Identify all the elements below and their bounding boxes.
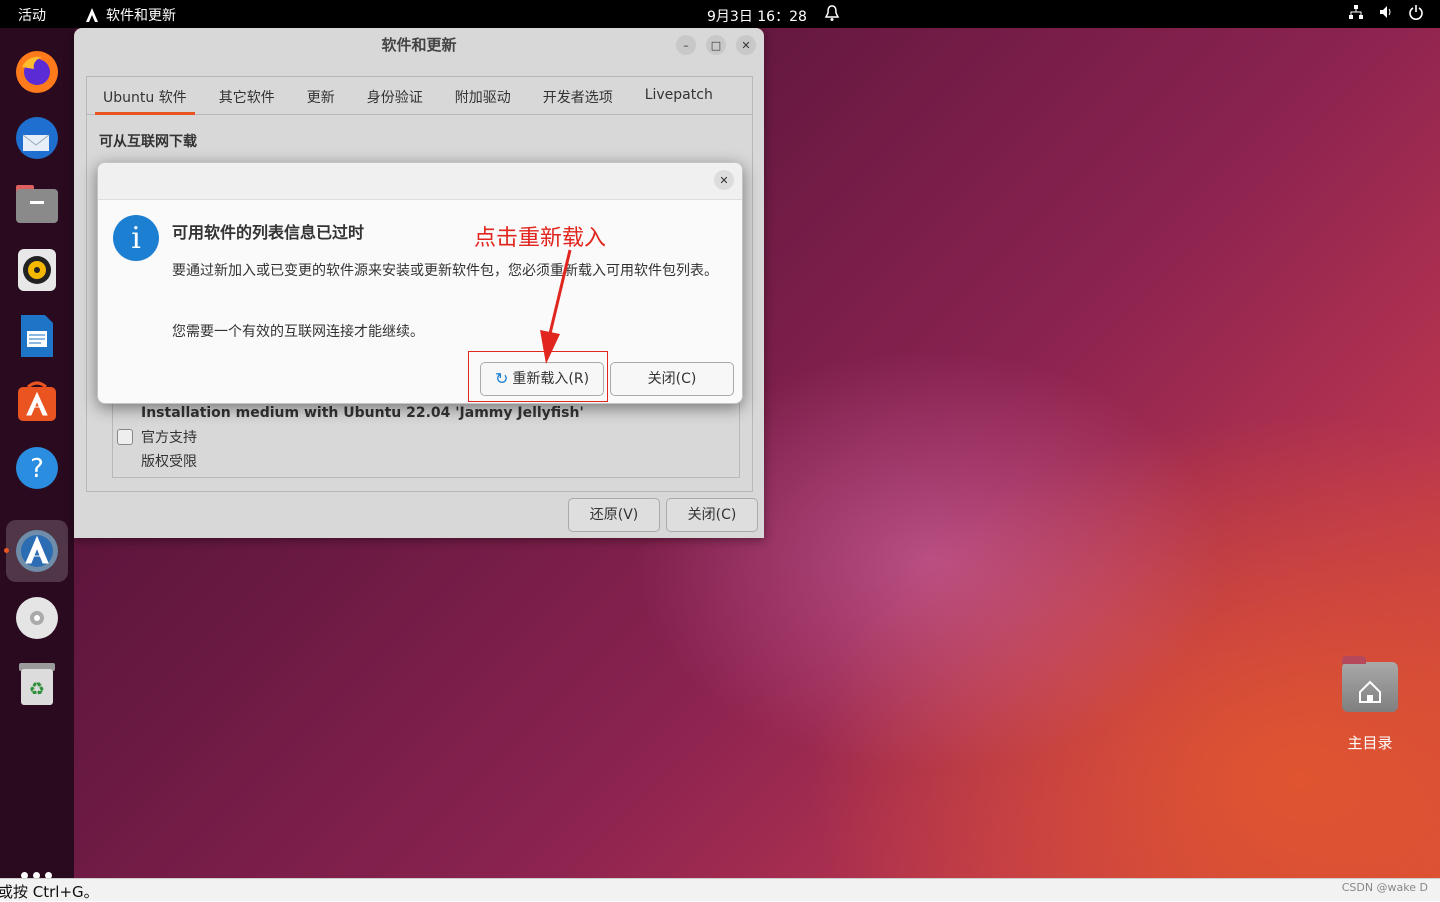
tab-livepatch[interactable]: Livepatch bbox=[629, 77, 729, 114]
tab-ubuntu-software[interactable]: Ubuntu 软件 bbox=[87, 77, 203, 115]
installation-medium-title: Installation medium with Ubuntu 22.04 'J… bbox=[141, 405, 584, 421]
dock: ? ♻ bbox=[0, 28, 74, 901]
tab-additional-drivers[interactable]: 附加驱动 bbox=[439, 77, 527, 114]
volume-icon[interactable] bbox=[1378, 4, 1394, 20]
dialog-header: ✕ bbox=[98, 163, 742, 200]
dialog-body: 要通过新加入或已变更的软件源来安装或更新软件包，您必须重新载入可用软件包列表。 bbox=[172, 263, 718, 279]
tab-bar: Ubuntu 软件 其它软件 更新 身份验证 附加驱动 开发者选项 Livepa… bbox=[87, 77, 752, 115]
maximize-button[interactable]: □ bbox=[706, 35, 726, 55]
active-indicator bbox=[4, 548, 9, 553]
dialog-close-icon[interactable]: ✕ bbox=[714, 170, 734, 190]
dialog-body-secondary: 您需要一个有效的互联网连接才能继续。 bbox=[172, 324, 424, 340]
window-title: 软件和更新 bbox=[381, 36, 457, 54]
help-icon[interactable]: ? bbox=[11, 442, 63, 494]
watermark: CSDN @wake D bbox=[1341, 881, 1428, 894]
cd-drive-icon[interactable] bbox=[11, 592, 63, 644]
restricted-label: 版权受限 bbox=[141, 454, 197, 470]
status-bar: 或按 Ctrl+G。 CSDN @wake D bbox=[0, 878, 1440, 901]
software-updater-icon[interactable] bbox=[6, 520, 68, 582]
clock[interactable]: 9月3日 16：28 bbox=[707, 6, 807, 26]
official-support-row[interactable]: 官方支持 bbox=[117, 427, 197, 447]
trash-icon[interactable]: ♻ bbox=[11, 658, 63, 710]
files-icon[interactable] bbox=[11, 178, 63, 230]
tab-updates[interactable]: 更新 bbox=[291, 77, 351, 114]
outdated-info-dialog: ✕ i 可用软件的列表信息已过时 要通过新加入或已变更的软件源来安装或更新软件包… bbox=[97, 162, 743, 404]
svg-text:♻: ♻ bbox=[29, 679, 45, 700]
home-folder-shortcut[interactable]: 主目录 bbox=[1340, 656, 1400, 753]
close-button[interactable]: 关闭(C) bbox=[666, 498, 758, 532]
download-section-title: 可从互联网下载 bbox=[99, 134, 197, 150]
svg-text:?: ? bbox=[30, 454, 44, 484]
activities-button[interactable]: 活动 bbox=[18, 5, 46, 25]
official-support-label: 官方支持 bbox=[141, 430, 197, 446]
libreoffice-writer-icon[interactable] bbox=[11, 310, 63, 362]
info-icon: i bbox=[113, 215, 159, 261]
home-folder-label: 主目录 bbox=[1347, 734, 1393, 752]
dialog-close-button[interactable]: 关闭(C) bbox=[610, 362, 734, 396]
app-center-icon[interactable] bbox=[11, 376, 63, 428]
app-menu-label: 软件和更新 bbox=[106, 8, 176, 24]
home-folder-icon bbox=[1342, 656, 1398, 712]
notification-bell-icon[interactable] bbox=[824, 4, 840, 26]
tab-developer-options[interactable]: 开发者选项 bbox=[527, 77, 629, 114]
network-icon[interactable] bbox=[1348, 4, 1364, 20]
software-properties-icon bbox=[86, 8, 98, 22]
revert-button[interactable]: 还原(V) bbox=[568, 498, 660, 532]
firefox-icon[interactable] bbox=[11, 46, 63, 98]
power-icon[interactable] bbox=[1408, 4, 1424, 20]
annotation-text: 点击重新载入 bbox=[474, 226, 607, 251]
rhythmbox-icon[interactable] bbox=[11, 244, 63, 296]
app-menu[interactable]: 软件和更新 bbox=[84, 5, 176, 25]
close-window-button[interactable]: ✕ bbox=[736, 35, 756, 55]
annotation-highlight-box bbox=[468, 351, 608, 402]
top-bar: 活动 软件和更新 9月3日 16：28 bbox=[0, 0, 1440, 28]
system-tray[interactable] bbox=[1348, 4, 1424, 20]
tab-other-software[interactable]: 其它软件 bbox=[203, 77, 291, 114]
dialog-heading: 可用软件的列表信息已过时 bbox=[172, 223, 365, 242]
status-hint: 或按 Ctrl+G。 bbox=[0, 883, 99, 901]
thunderbird-icon[interactable] bbox=[11, 112, 63, 164]
tab-authentication[interactable]: 身份验证 bbox=[351, 77, 439, 114]
minimize-button[interactable]: – bbox=[676, 35, 696, 55]
official-support-checkbox[interactable] bbox=[117, 429, 133, 445]
